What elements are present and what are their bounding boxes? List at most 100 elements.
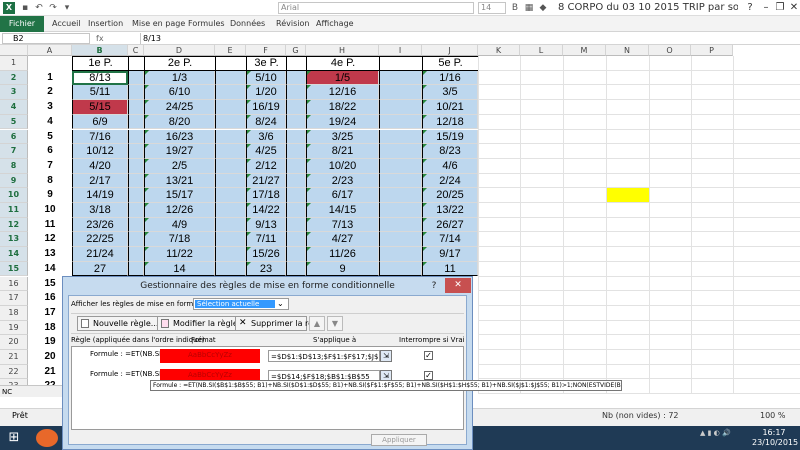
separator-cell[interactable] xyxy=(286,100,306,115)
dialog-close-button[interactable]: ✕ xyxy=(445,278,471,293)
separator-cell[interactable] xyxy=(379,85,422,101)
row-header[interactable]: 10 xyxy=(0,188,28,203)
column-header-o[interactable]: O xyxy=(649,45,691,56)
cell[interactable]: 8/20 xyxy=(144,114,215,130)
bold-icon[interactable]: B xyxy=(510,3,520,13)
cell[interactable]: 11/22 xyxy=(144,247,215,262)
tab-home[interactable]: Accueil xyxy=(52,16,81,32)
cell[interactable]: 2/5 xyxy=(144,158,215,174)
cell[interactable]: 2/24 xyxy=(422,173,478,189)
separator-cell[interactable] xyxy=(215,114,246,130)
separator-cell[interactable] xyxy=(286,203,306,218)
period-header[interactable]: 3e P. xyxy=(246,56,286,71)
cell[interactable]: 10/21 xyxy=(422,100,478,115)
row-header[interactable]: 7 xyxy=(0,144,28,159)
separator-cell[interactable] xyxy=(286,188,306,203)
cell[interactable]: 2/17 xyxy=(72,173,128,189)
row-label[interactable]: 3 xyxy=(28,100,72,115)
redo-icon[interactable]: ↷ xyxy=(48,3,58,13)
column-header-k[interactable]: K xyxy=(478,45,520,56)
separator-cell[interactable] xyxy=(215,188,246,203)
separator-cell[interactable] xyxy=(286,261,306,277)
separator-cell[interactable] xyxy=(128,158,144,174)
separator-cell[interactable] xyxy=(286,247,306,262)
row-header[interactable]: 12 xyxy=(0,217,28,233)
row-label[interactable]: 10 xyxy=(28,203,72,218)
column-header-h[interactable]: H xyxy=(306,45,379,56)
separator-cell[interactable] xyxy=(128,100,144,115)
separator-cell[interactable] xyxy=(215,232,246,248)
row-header[interactable]: 15 xyxy=(0,261,28,277)
cell[interactable]: 9/17 xyxy=(422,247,478,262)
cell[interactable]: 13/22 xyxy=(422,203,478,218)
cell[interactable]: 14/22 xyxy=(246,203,286,218)
tab-view[interactable]: Affichage xyxy=(316,16,354,32)
separator-cell[interactable] xyxy=(286,232,306,248)
cell[interactable]: 3/18 xyxy=(72,203,128,218)
separator-cell[interactable] xyxy=(379,232,422,248)
row-label[interactable]: 9 xyxy=(28,188,72,203)
cell[interactable]: 3/5 xyxy=(422,85,478,101)
column-header-a[interactable]: A xyxy=(28,45,72,56)
separator-cell[interactable] xyxy=(128,247,144,262)
column-header-f[interactable]: F xyxy=(246,45,286,56)
tab-data[interactable]: Données xyxy=(230,16,265,32)
apply-button[interactable]: Appliquer xyxy=(371,434,427,446)
cell[interactable]: 19/27 xyxy=(144,144,215,159)
cell[interactable]: 6/10 xyxy=(144,85,215,101)
separator-cell[interactable] xyxy=(379,173,422,189)
cell[interactable]: 4/6 xyxy=(422,158,478,174)
separator-cell[interactable] xyxy=(128,232,144,248)
cell[interactable]: 14 xyxy=(144,261,215,277)
clock[interactable]: 16:17 23/10/2015 xyxy=(752,428,798,448)
cell[interactable]: 5/11 xyxy=(72,85,128,101)
column-header-e[interactable]: E xyxy=(215,45,246,56)
delete-rule-button[interactable]: ✕ Supprimer la règle xyxy=(235,316,325,331)
row-label[interactable]: 6 xyxy=(28,144,72,159)
cell[interactable]: 23/26 xyxy=(72,217,128,233)
separator-cell[interactable] xyxy=(215,158,246,174)
column-header-g[interactable]: G xyxy=(286,45,306,56)
windows-start-icon[interactable]: ⊞ xyxy=(6,430,22,446)
cell[interactable]: 7/11 xyxy=(246,232,286,248)
zoom-level[interactable]: 100 % xyxy=(760,411,785,420)
cell[interactable]: 16/19 xyxy=(246,100,286,115)
row-header[interactable]: 4 xyxy=(0,100,28,115)
separator-cell[interactable] xyxy=(128,203,144,218)
tab-insert[interactable]: Insertion xyxy=(88,16,123,32)
separator-cell[interactable] xyxy=(379,217,422,233)
tab-review[interactable]: Révision xyxy=(276,16,309,32)
row-label[interactable]: 14 xyxy=(28,262,72,277)
cell[interactable]: 22/25 xyxy=(72,232,128,248)
row-header[interactable]: 22 xyxy=(0,364,28,380)
separator-cell[interactable] xyxy=(379,100,422,115)
cell[interactable]: 9/13 xyxy=(246,217,286,233)
separator-cell[interactable] xyxy=(215,217,246,233)
cell[interactable]: 1/20 xyxy=(246,85,286,101)
row-header[interactable]: 14 xyxy=(0,247,28,262)
cell[interactable]: 21/27 xyxy=(246,173,286,189)
cell[interactable]: 26/27 xyxy=(422,217,478,233)
cell[interactable]: 15/19 xyxy=(422,129,478,145)
row-header[interactable]: 21 xyxy=(0,350,28,365)
cell[interactable]: 8/21 xyxy=(306,144,379,159)
cell[interactable]: 2/23 xyxy=(306,173,379,189)
cell[interactable]: 12/26 xyxy=(144,203,215,218)
row-header[interactable]: 5 xyxy=(0,114,28,130)
system-tray-icons[interactable]: ▲ ▮ ◐ 🔊 xyxy=(700,429,731,437)
rule-applies-input[interactable]: =$D$1:$D$13;$F$1:$F$17;$J$1:$J$5 xyxy=(268,350,380,362)
cell[interactable]: 7/16 xyxy=(72,129,128,145)
cell[interactable]: 2/12 xyxy=(246,158,286,174)
separator-cell[interactable] xyxy=(379,247,422,262)
row-header[interactable]: 9 xyxy=(0,173,28,189)
row-header[interactable]: 11 xyxy=(0,203,28,218)
formula-input[interactable]: 8/13 xyxy=(140,33,800,44)
separator-cell[interactable] xyxy=(215,261,246,277)
cell[interactable]: 1/16 xyxy=(422,70,478,86)
separator-cell[interactable] xyxy=(379,203,422,218)
stop-if-true-checkbox[interactable]: ✓ xyxy=(424,371,433,380)
separator-cell[interactable] xyxy=(379,129,422,145)
separator-cell[interactable] xyxy=(286,114,306,130)
row-label[interactable]: 13 xyxy=(28,247,72,262)
cell[interactable]: 4/20 xyxy=(72,158,128,174)
